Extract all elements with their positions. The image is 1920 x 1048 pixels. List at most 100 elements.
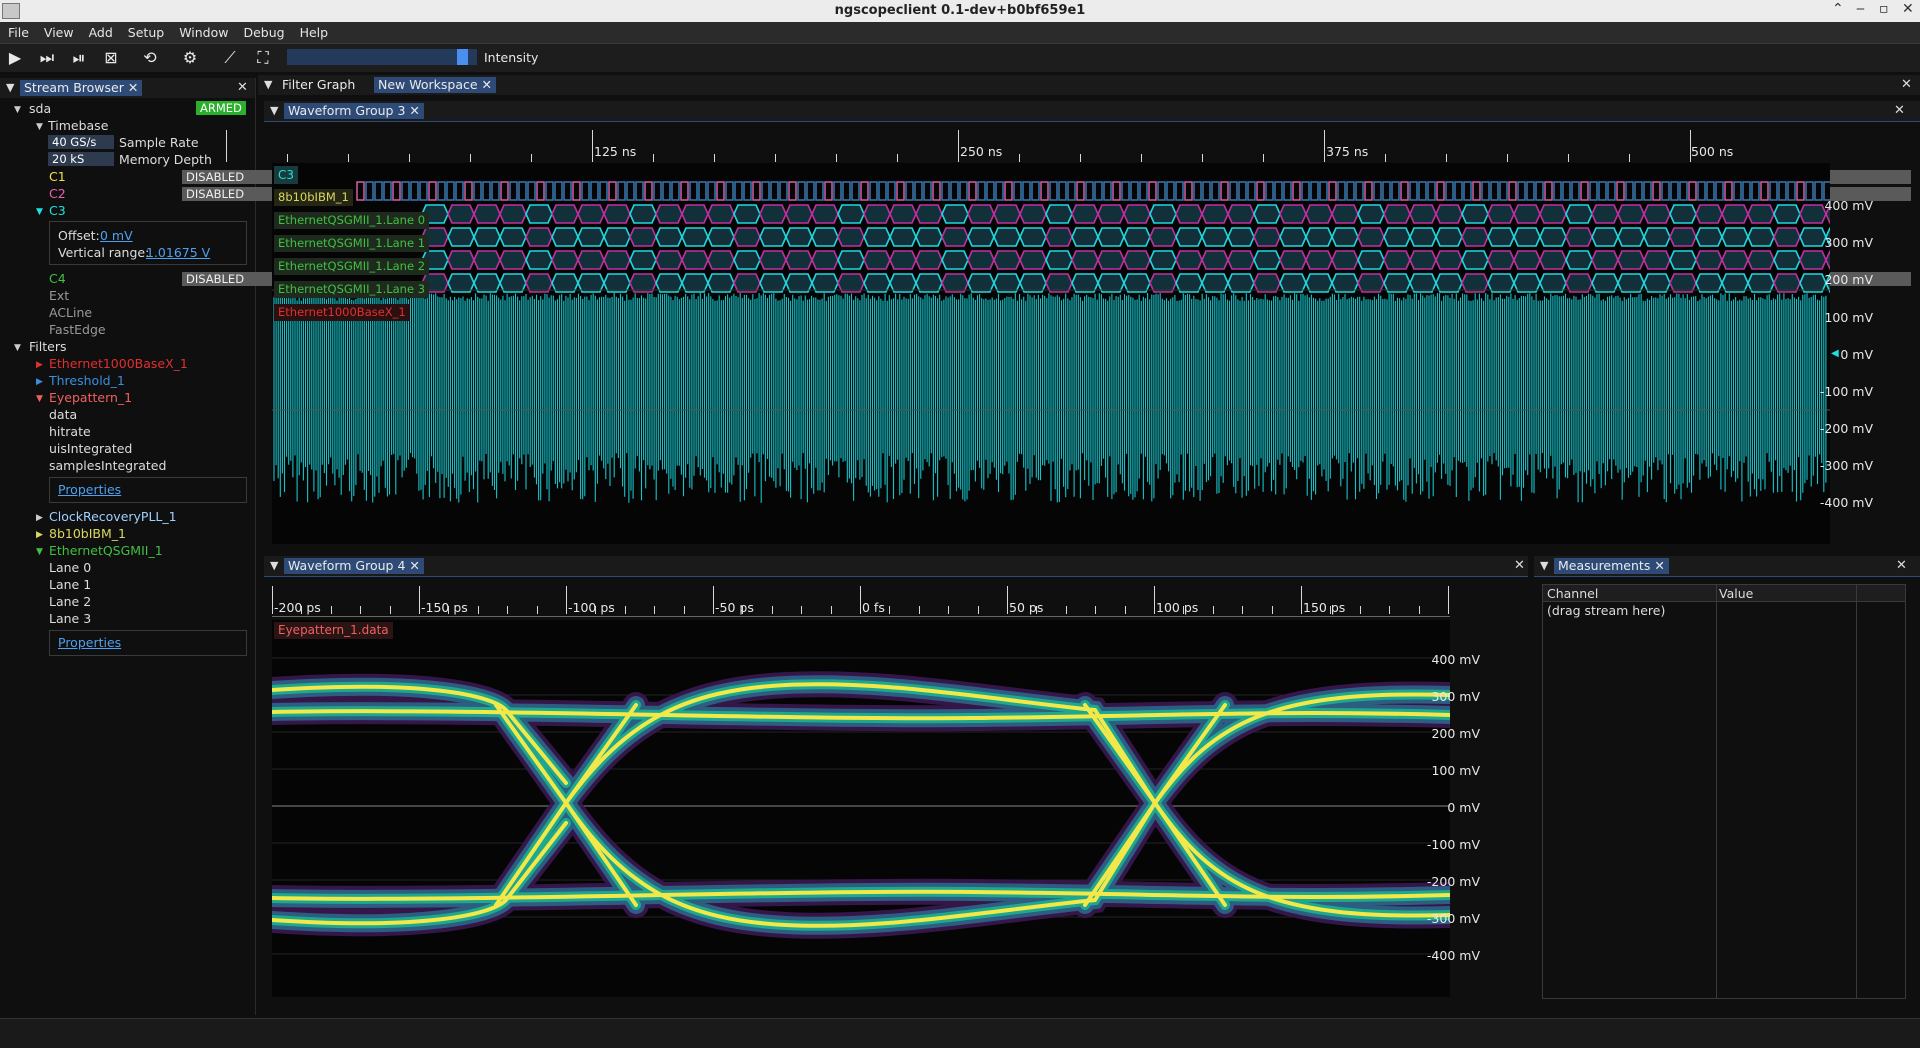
expand-icon[interactable]: ▼ [36,394,43,404]
window-maximize-icon[interactable]: ▫ [1879,1,1889,17]
stream-uisintegrated[interactable]: uisIntegrated [49,441,132,456]
group3-timeline[interactable] [272,127,1830,164]
eye-trace-label[interactable]: Eyepattern_1.data [274,622,393,639]
protocol-lane2-label[interactable]: EthernetQSGMII_1.Lane 2 [274,258,430,275]
expand-icon[interactable]: ▶ [36,530,43,540]
tab-waveform-group-3[interactable]: Waveform Group 3 ✕ [284,103,424,119]
expand-icon[interactable]: ▼ [36,547,43,557]
close-icon[interactable]: ✕ [482,77,492,92]
expand-icon[interactable]: ▶ [36,513,43,523]
channel-c4[interactable]: C4 [49,271,66,286]
panel-menu-icon[interactable]: ▼ [270,104,278,117]
filter-threshold[interactable]: Threshold_1 [49,373,125,388]
channel-ext[interactable]: Ext [49,288,69,303]
stream-samplesintegrated[interactable]: samplesIntegrated [49,458,166,473]
intensity-slider-handle[interactable] [457,49,468,65]
filter-ethernet1000basex[interactable]: Ethernet1000BaseX_1 [49,356,188,371]
window-shade-icon[interactable]: ⌃ [1832,1,1844,17]
filter-eyepattern[interactable]: Eyepattern_1 [49,390,132,405]
vertical-range-link[interactable]: 1.01675 V [146,245,210,260]
stream-lane-2[interactable]: Lane 2 [49,594,91,609]
force-trigger-icon[interactable]: ⏯ [69,48,89,68]
protocol-8b10bibm-label[interactable]: 8b10bIBM_1 [274,189,353,206]
channel-c1[interactable]: C1 [49,169,66,184]
channel-c3-label[interactable]: C3 [274,166,299,184]
column-divider[interactable] [1856,585,1857,998]
expand-icon[interactable]: ▶ [36,377,43,387]
expand-icon[interactable]: ▼ [14,105,21,115]
filter-clockrecovery[interactable]: ClockRecoveryPLL_1 [49,509,177,524]
expand-icon[interactable]: ▼ [36,122,43,132]
window-close-icon[interactable]: ✕ [1902,1,1914,17]
close-icon[interactable]: ✕ [1654,558,1664,573]
stream-lane-0[interactable]: Lane 0 [49,560,91,575]
filters-node[interactable]: Filters [29,339,66,354]
start-trigger-icon[interactable]: ▶ [5,48,25,68]
sample-rate-field[interactable]: 40 GS/s [48,135,114,149]
stop-trigger-icon[interactable]: ⊠ [101,48,121,68]
tab-filter-graph[interactable]: Filter Graph [278,77,359,93]
menu-setup[interactable]: Setup [120,22,171,40]
stream-lane-1[interactable]: Lane 1 [49,577,91,592]
refresh-settings-icon[interactable]: ⚙ [180,48,200,68]
offset-value-link[interactable]: 0 mV [100,228,133,243]
qsgmii-properties-link[interactable]: Properties [58,635,121,650]
tab-measurements[interactable]: Measurements ✕ [1554,558,1669,574]
menu-add[interactable]: Add [81,22,120,40]
close-icon[interactable]: ✕ [128,80,138,95]
group3-plot-area[interactable] [272,163,1830,544]
measurements-table[interactable]: Channel Value (drag stream here) [1542,584,1906,999]
tab-new-workspace[interactable]: New Workspace ✕ [374,77,497,93]
channel-acline[interactable]: ACLine [49,305,92,320]
intensity-slider[interactable] [287,49,477,65]
close-group4-icon[interactable]: ✕ [1514,558,1525,573]
panel-menu-icon[interactable]: ▼ [264,78,272,91]
channel-c3[interactable]: C3 [49,203,66,218]
column-header-channel[interactable]: Channel [1547,586,1598,601]
offset-marker-icon[interactable]: ◀ [1831,348,1839,359]
expand-icon[interactable]: ▶ [36,360,43,370]
column-header-value[interactable]: Value [1719,586,1753,601]
close-panel-icon[interactable]: ✕ [237,80,248,95]
channel-c2[interactable]: C2 [49,186,66,201]
tab-stream-browser[interactable]: Stream Browser ✕ [20,80,143,96]
channel-fastedge[interactable]: FastEdge [49,322,106,337]
column-divider[interactable] [1716,585,1717,998]
timebase-node[interactable]: Timebase [48,118,108,133]
eye-plot-area[interactable] [272,620,1450,997]
stream-hitrate[interactable]: hitrate [49,424,91,439]
menu-help[interactable]: Help [292,22,336,40]
instrument-sda[interactable]: sda [29,101,51,116]
fullscreen-icon[interactable]: ⛶ [253,48,273,68]
protocol-lane1-label[interactable]: EthernetQSGMII_1.Lane 1 [274,235,430,252]
menu-debug[interactable]: Debug [235,22,291,40]
drop-target-hint[interactable]: (drag stream here) [1547,603,1665,618]
tab-waveform-group-4[interactable]: Waveform Group 4 ✕ [284,558,424,574]
panel-menu-icon[interactable]: ▼ [1540,559,1548,572]
close-workspace-icon[interactable]: ✕ [1901,77,1912,92]
panel-menu-icon[interactable]: ▼ [270,559,278,572]
close-icon[interactable]: ✕ [409,558,419,573]
filter-8b10bibm[interactable]: 8b10bIBM_1 [49,526,126,541]
expand-icon[interactable]: ▼ [14,343,21,353]
menu-view[interactable]: View [36,22,81,40]
memory-depth-field[interactable]: 20 kS [48,152,114,166]
single-trigger-icon[interactable]: ⏭ [37,48,57,68]
stream-lane-3[interactable]: Lane 3 [49,611,91,626]
window-minimize-icon[interactable]: ‒ [1856,1,1865,17]
protocol-eth1000-label[interactable]: Ethernet1000BaseX_1 [274,304,410,321]
menu-window[interactable]: Window [171,22,235,40]
protocol-lane3-label[interactable]: EthernetQSGMII_1.Lane 3 [274,281,430,298]
stream-data[interactable]: data [49,407,77,422]
close-icon[interactable]: ✕ [409,103,419,118]
panel-menu-icon[interactable]: ▼ [6,81,14,94]
protocol-lane0-label[interactable]: EthernetQSGMII_1.Lane 0 [274,212,430,229]
history-icon[interactable]: ⟲ [140,48,160,68]
close-group3-icon[interactable]: ✕ [1894,103,1905,118]
eyepattern-properties-link[interactable]: Properties [58,482,121,497]
expand-icon[interactable]: ▼ [36,207,43,217]
close-measurements-icon[interactable]: ✕ [1896,558,1907,573]
filter-ethernetqsgmii[interactable]: EthernetQSGMII_1 [49,543,163,558]
menu-file[interactable]: File [0,22,36,40]
clear-sweeps-icon[interactable]: ⟋ [220,48,240,68]
